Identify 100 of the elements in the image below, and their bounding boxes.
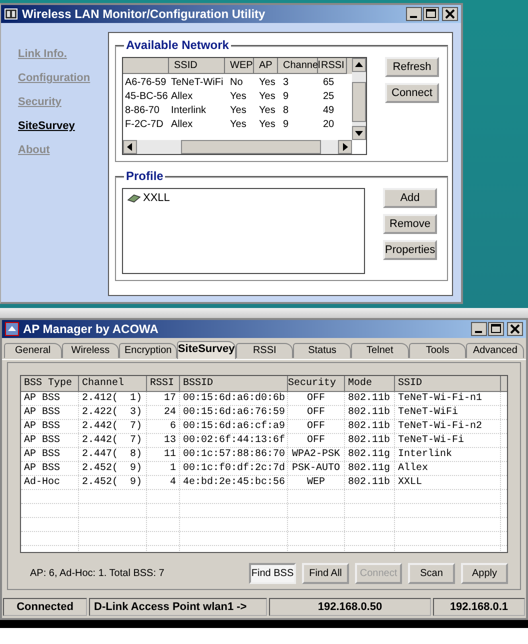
table-cell: 802.11g [345, 448, 395, 461]
list-cell-text: Yes [229, 119, 248, 132]
table-cell: 24 [147, 406, 180, 419]
action-button[interactable]: Find BSS [249, 563, 296, 584]
list-cell-text: 3 [282, 77, 290, 90]
column-header[interactable]: WEP [225, 58, 254, 74]
column-header[interactable]: Channel [278, 58, 318, 74]
column-header[interactable]: RSSI [147, 376, 180, 391]
column-header[interactable]: Security [288, 376, 345, 391]
list-cell-text: A6-76-59 [124, 77, 168, 90]
tab[interactable]: Wireless [62, 343, 120, 358]
scroll-left-icon[interactable] [123, 140, 137, 154]
tab[interactable]: General [4, 343, 62, 358]
table-cell: TeNeT-Wi-Fi-n1 [395, 392, 501, 405]
scroll-up-icon[interactable] [352, 58, 366, 72]
table-cell: TeNeT-Wi-Fi [395, 434, 501, 447]
tab[interactable]: Advanced [466, 343, 524, 358]
table-cell: Ad-Hoc [21, 476, 79, 489]
table-cell: 00:15:6d:a6:d0:6b [180, 392, 288, 405]
table-cell: 00:1c:57:88:86:70 [180, 448, 288, 461]
scroll-down-icon[interactable] [352, 126, 366, 140]
list-cell-text: 25 [322, 91, 336, 104]
column-header[interactable]: SSID [395, 376, 501, 391]
list-cell-text: 49 [322, 105, 336, 118]
action-button[interactable]: Connect [385, 83, 439, 103]
column-header[interactable]: BSS Type [21, 376, 79, 391]
action-button[interactable]: Apply [461, 563, 508, 584]
table-cell: 4e:bd:2e:45:bc:56 [180, 476, 288, 489]
table-cell: OFF [288, 406, 345, 419]
list-cell-text: Yes [229, 91, 248, 104]
action-button[interactable]: Refresh [385, 57, 439, 77]
status-field: 192.168.0.1 [433, 598, 525, 616]
table-cell: 6 [147, 420, 180, 433]
status-field: D-Link Access Point wlan1 -> [89, 598, 267, 616]
column-header[interactable]: Channel [79, 376, 147, 391]
table-cell: 2.447( 8) [79, 448, 147, 461]
tab[interactable]: Tools [408, 343, 466, 358]
table-cell: WPA2-PSK [288, 448, 345, 461]
tab[interactable]: Encryption [119, 343, 177, 358]
app-icon [4, 7, 18, 21]
list-cell-text: 9 [282, 91, 290, 104]
table-cell: Interlink [395, 448, 501, 461]
table-cell: 2.412( 1) [79, 392, 147, 405]
table-cell: 2.452( 9) [79, 476, 147, 489]
table-cell: TeNeT-WiFi [395, 406, 501, 419]
action-button[interactable]: Remove [383, 214, 437, 234]
minimize-icon[interactable] [471, 322, 487, 336]
scroll-right-icon[interactable] [338, 140, 352, 154]
table-cell: 802.11g [345, 462, 395, 475]
table-cell: 00:15:6d:a6:cf:a9 [180, 420, 288, 433]
column-header[interactable]: SSID [169, 58, 225, 74]
list-cell-text: Yes [258, 77, 276, 90]
table-cell: 13 [147, 434, 180, 447]
column-header[interactable]: RSSI [318, 58, 347, 74]
table-cell: PSK-AUTO [288, 462, 345, 475]
table-cell: XXLL [395, 476, 501, 489]
list-cell-text: 8 [282, 105, 290, 118]
list-cell-text: F-2C-7D [124, 119, 164, 132]
close-icon[interactable] [507, 322, 523, 336]
table-cell: 00:02:6f:44:13:6f [180, 434, 288, 447]
column-header[interactable] [123, 58, 169, 74]
column-header[interactable]: BSSID [180, 376, 288, 391]
action-button[interactable]: Scan [408, 563, 455, 584]
table-cell: AP BSS [21, 434, 79, 447]
table-cell: OFF [288, 434, 345, 447]
table-cell: 802.11b [345, 476, 395, 489]
tab[interactable]: SiteSurvey [176, 341, 236, 359]
table-cell: AP BSS [21, 448, 79, 461]
maximize-icon[interactable] [423, 7, 439, 21]
table-cell: 2.442( 7) [79, 420, 147, 433]
table-cell: 11 [147, 448, 180, 461]
list-cell-text: Allex [170, 91, 194, 104]
minimize-icon[interactable] [406, 7, 422, 21]
list-cell-text: Yes [229, 105, 248, 118]
tab[interactable]: Telnet [351, 343, 409, 358]
action-button[interactable]: Add [383, 188, 437, 208]
table-cell: AP BSS [21, 462, 79, 475]
card-icon [127, 193, 141, 203]
close-icon[interactable] [442, 7, 458, 21]
column-header[interactable]: Mode [345, 376, 395, 391]
table-cell: Allex [395, 462, 501, 475]
table-cell: OFF [288, 392, 345, 405]
tab[interactable]: RSSI [236, 343, 294, 358]
table-cell: 00:15:6d:a6:76:59 [180, 406, 288, 419]
status-field: Connected [3, 598, 87, 616]
table-cell: TeNeT-Wi-Fi-n2 [395, 420, 501, 433]
column-header[interactable]: AP [254, 58, 278, 74]
table-cell: 802.11b [345, 406, 395, 419]
app-icon [5, 322, 19, 336]
horizontal-scrollbar[interactable] [123, 140, 352, 154]
vertical-scrollbar[interactable] [352, 58, 366, 140]
profile-name[interactable]: XXLL [143, 192, 170, 204]
table-cell: WEP [288, 476, 345, 489]
list-cell-text: Yes [258, 119, 276, 132]
table-cell: 4 [147, 476, 180, 489]
action-button[interactable]: Find All [302, 563, 349, 584]
action-button[interactable]: Properties [383, 240, 437, 260]
maximize-icon[interactable] [488, 322, 504, 336]
sidebar-link[interactable]: SiteSurvey [18, 120, 75, 132]
tab[interactable]: Status [293, 343, 352, 358]
